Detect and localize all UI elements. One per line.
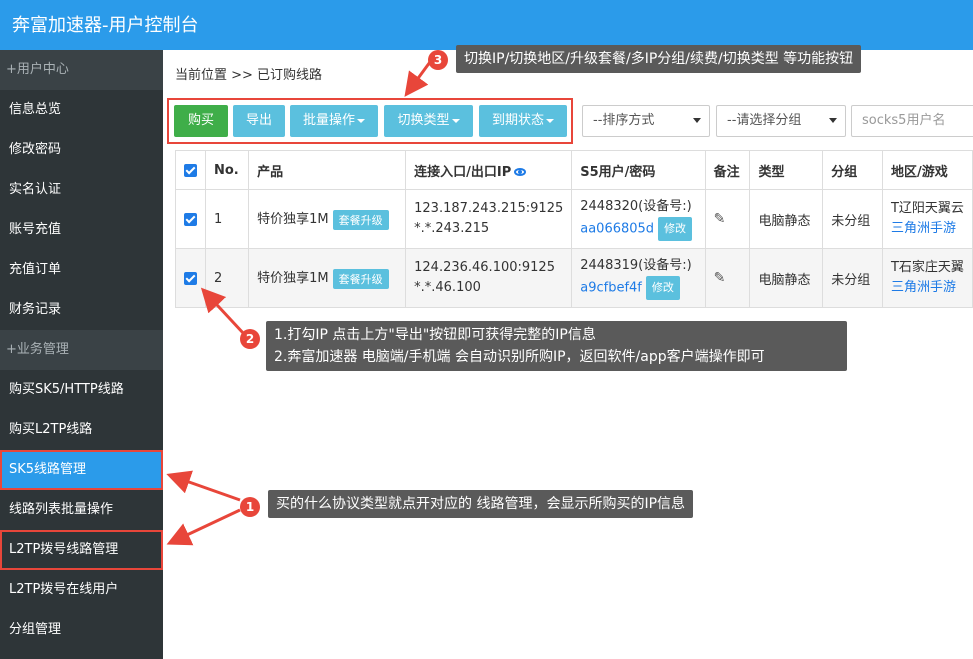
tooltip-2: 1.打勾IP 点击上方"导出"按钮即可获得完整的IP信息 2.奔富加速器 电脑端…	[266, 321, 847, 371]
badge-1: 1	[240, 497, 260, 517]
chevron-down-icon	[693, 118, 701, 123]
sidebar-item-verification[interactable]: 实名认证	[0, 170, 163, 210]
tooltip-2-line1: 1.打勾IP 点击上方"导出"按钮即可获得完整的IP信息	[274, 327, 596, 343]
header-remark: 备注	[704, 150, 751, 190]
caret-down-icon	[357, 118, 365, 123]
modify-button[interactable]: 修改	[645, 276, 680, 300]
ip-exit: *.*.46.100	[414, 280, 481, 295]
sidebar-item-group-management[interactable]: 分组管理	[0, 610, 163, 650]
tooltip-2-line2: 2.奔富加速器 电脑端/手机端 会自动识别所购IP，返回软件/app客户端操作即…	[274, 349, 765, 365]
row-no: 1	[204, 189, 250, 249]
sidebar-section-business[interactable]: +业务管理	[0, 330, 163, 370]
arrow-3	[404, 61, 432, 97]
socks5-username-input[interactable]: socks5用户名	[851, 105, 973, 137]
eye-icon[interactable]	[514, 168, 527, 176]
tooltip-3: 切换IP/切换地区/升级套餐/多IP分组/续费/切换类型 等功能按钮	[456, 45, 862, 73]
pencil-icon[interactable]: ✎	[714, 211, 726, 227]
sidebar-item-l2tp-online-users[interactable]: L2TP拨号在线用户	[0, 570, 163, 610]
caret-down-icon	[546, 118, 554, 123]
table-row: 1 特价独享1M 套餐升级 123.187.243.215:9125 *.*.243…	[175, 189, 973, 249]
sidebar-item-l2tp-management[interactable]: L2TP拨号线路管理	[0, 530, 163, 570]
ip-exit: *.*.243.215	[414, 221, 490, 236]
select-all-checkbox[interactable]	[184, 163, 197, 177]
table-row: 2 特价独享1M 套餐升级 124.236.46.100:9125 *.*.46.1…	[175, 248, 973, 308]
sidebar-item-recharge-orders[interactable]: 充值订单	[0, 250, 163, 290]
header-ip: 连接入口/出口IP	[405, 150, 573, 190]
badge-3: 3	[428, 50, 448, 70]
header-type: 类型	[749, 150, 824, 190]
pencil-icon[interactable]: ✎	[714, 270, 726, 286]
export-button[interactable]: 导出	[233, 105, 285, 137]
header-s5-user: S5用户/密码	[571, 150, 706, 190]
header-region: 地区/游戏	[881, 150, 973, 190]
modify-button[interactable]: 修改	[658, 217, 693, 241]
sidebar: +用户中心 信息总览 修改密码 实名认证 账号充值 充值订单 财务记录 +业务管…	[0, 50, 163, 659]
table-header-row: No. 产品 连接入口/出口IP S5用户/密码 备注 类型 分组 地区/游戏	[175, 150, 973, 190]
upgrade-button[interactable]: 套餐升级	[332, 209, 389, 230]
header-product: 产品	[248, 150, 407, 190]
sidebar-item-finance-records[interactable]: 财务记录	[0, 290, 163, 330]
arrow-1b	[166, 508, 241, 546]
sidebar-section-user-center[interactable]: +用户中心	[0, 50, 163, 90]
s5-user: 2448320(设备号:)	[580, 199, 692, 214]
s5-user: 2448319(设备号:)	[580, 258, 692, 273]
sidebar-item-buy-sk5[interactable]: 购买SK5/HTTP线路	[0, 370, 163, 410]
row-region: T石家庄天翼	[890, 260, 964, 275]
sort-select[interactable]: --排序方式	[582, 105, 710, 137]
arrow-1a	[166, 470, 241, 502]
row-game[interactable]: 三角洲手游	[891, 219, 964, 239]
ip-entry: 124.236.46.100:9125	[414, 260, 555, 275]
row-game[interactable]: 三角洲手游	[891, 278, 964, 298]
sidebar-item-change-password[interactable]: 修改密码	[0, 130, 163, 170]
row-no: 2	[204, 248, 250, 308]
tooltip-1: 买的什么协议类型就点开对应的 线路管理，会显示所购买的IP信息	[268, 490, 694, 518]
app-title: 奔富加速器-用户控制台	[12, 15, 199, 36]
chevron-down-icon	[829, 118, 837, 123]
sidebar-item-recharge[interactable]: 账号充值	[0, 210, 163, 250]
badge-2: 2	[240, 329, 260, 349]
switch-type-button[interactable]: 切换类型	[384, 105, 473, 137]
top-header: 奔富加速器-用户控制台	[0, 0, 973, 50]
sidebar-item-overview[interactable]: 信息总览	[0, 90, 163, 130]
product-name: 特价独享1M	[257, 271, 329, 287]
upgrade-button[interactable]: 套餐升级	[332, 268, 389, 289]
ip-entry: 123.187.243.215:9125	[414, 201, 564, 216]
select-all-cell[interactable]	[175, 150, 206, 190]
row-checkbox[interactable]	[184, 271, 197, 285]
sidebar-item-buy-l2tp[interactable]: 购买L2TP线路	[0, 410, 163, 450]
breadcrumb: 当前位置 >> 已订购线路	[175, 68, 323, 83]
header-group: 分组	[822, 150, 883, 190]
buy-button[interactable]: 购买	[174, 105, 228, 137]
product-name: 特价独享1M	[257, 212, 329, 228]
caret-down-icon	[451, 118, 460, 123]
row-type: 电脑静态	[749, 248, 824, 308]
row-checkbox[interactable]	[184, 212, 197, 226]
header-no: No.	[204, 150, 250, 190]
group-select[interactable]: --请选择分组	[716, 105, 846, 137]
lines-table: No. 产品 连接入口/出口IP S5用户/密码 备注 类型 分组 地区/游戏 …	[175, 150, 973, 308]
row-group: 未分组	[822, 189, 883, 249]
sidebar-item-sk5-management[interactable]: SK5线路管理	[0, 450, 163, 490]
row-group: 未分组	[822, 248, 883, 308]
row-type: 电脑静态	[749, 189, 824, 249]
s5-password[interactable]: a9cfbef4f	[580, 281, 642, 296]
s5-password[interactable]: aa066805d	[580, 222, 654, 237]
batch-operation-button[interactable]: 批量操作	[290, 105, 378, 137]
row-region: T辽阳天翼云	[890, 201, 964, 216]
expire-status-button[interactable]: 到期状态	[479, 105, 567, 137]
sidebar-item-batch-operations[interactable]: 线路列表批量操作	[0, 490, 163, 530]
